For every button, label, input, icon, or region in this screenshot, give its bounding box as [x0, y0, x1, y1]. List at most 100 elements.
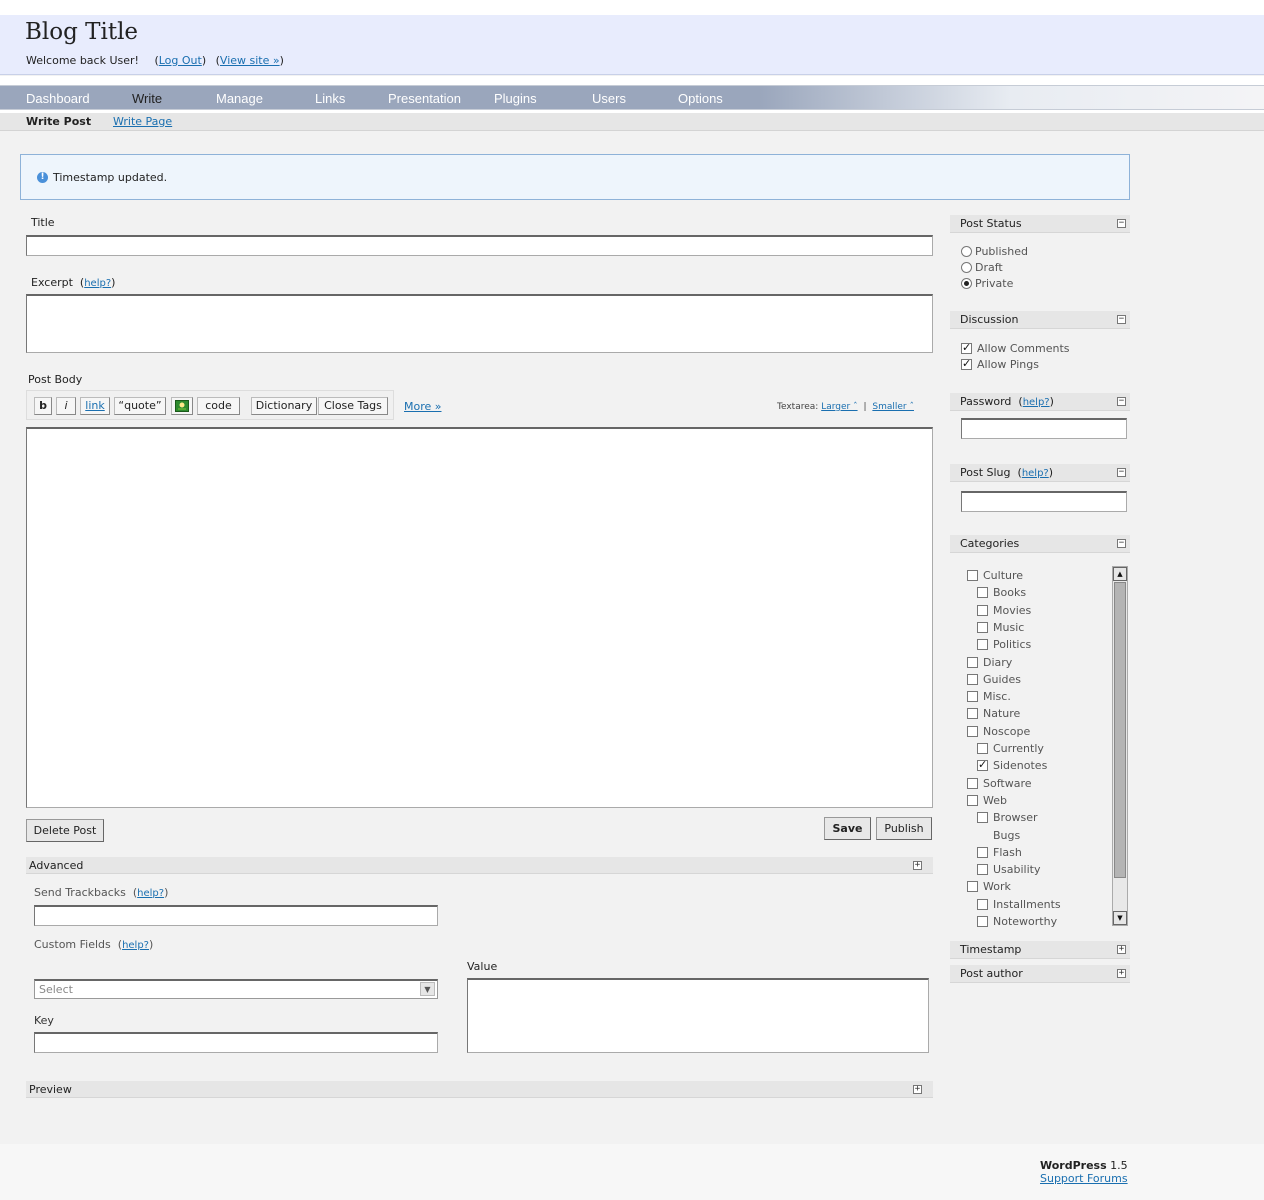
post-author-header[interactable]: Post author +: [950, 965, 1130, 983]
logout-link[interactable]: Log Out: [159, 54, 202, 67]
expand-icon[interactable]: +: [1117, 969, 1126, 978]
category-checkbox[interactable]: [977, 621, 988, 633]
collapse-icon[interactable]: −: [1117, 539, 1126, 548]
nav-links[interactable]: Links: [315, 91, 345, 106]
category-checkbox[interactable]: [977, 846, 988, 858]
nav-presentation[interactable]: Presentation: [388, 91, 461, 106]
top-strip: [0, 0, 1264, 15]
code-button[interactable]: code: [197, 397, 240, 415]
category-checkbox[interactable]: [967, 673, 978, 685]
scroll-thumb[interactable]: [1114, 582, 1126, 878]
preview-section-header[interactable]: Preview +: [26, 1081, 933, 1098]
textarea-larger-link[interactable]: Larger ˆ: [821, 402, 857, 412]
category-checkbox[interactable]: [967, 777, 978, 789]
password-help-link[interactable]: help?: [1023, 397, 1050, 408]
category-checkbox[interactable]: [967, 656, 978, 668]
password-input[interactable]: [961, 418, 1127, 439]
category-checkbox[interactable]: [967, 881, 978, 893]
nav-dashboard[interactable]: Dashboard: [26, 91, 90, 106]
category-checkbox[interactable]: [967, 691, 978, 703]
post-slug-input[interactable]: [961, 491, 1127, 512]
expand-icon[interactable]: +: [913, 861, 922, 870]
discussion-header[interactable]: Discussion −: [950, 311, 1130, 329]
categories-title: Categories: [960, 537, 1020, 550]
save-button[interactable]: Save: [824, 817, 871, 840]
custom-field-select[interactable]: Select ▼: [34, 979, 438, 999]
title-input[interactable]: [26, 235, 933, 256]
scroll-down-icon[interactable]: ▼: [1113, 911, 1127, 925]
nav-plugins[interactable]: Plugins: [494, 91, 537, 106]
category-checkbox[interactable]: [967, 708, 978, 720]
dictionary-button[interactable]: Dictionary: [251, 397, 317, 415]
category-label: Politics: [993, 638, 1032, 652]
delete-post-button[interactable]: Delete Post: [26, 819, 104, 842]
trackbacks-input[interactable]: [34, 905, 438, 926]
custom-fields-label: Custom Fields (help?): [34, 938, 154, 951]
status-draft-radio[interactable]: [961, 262, 972, 273]
category-label: Browser Bugs: [993, 811, 1038, 842]
collapse-icon[interactable]: −: [1117, 219, 1126, 228]
category-checkbox[interactable]: [977, 812, 988, 824]
scroll-up-icon[interactable]: ▲: [1113, 567, 1127, 581]
category-checkbox[interactable]: [977, 758, 988, 772]
subnav-write-page[interactable]: Write Page: [113, 115, 172, 128]
custom-fields-help-link[interactable]: help?: [122, 940, 149, 951]
category-checkbox[interactable]: [967, 725, 978, 737]
excerpt-textarea[interactable]: [26, 294, 933, 353]
timestamp-header[interactable]: Timestamp +: [950, 941, 1130, 959]
view-site-link[interactable]: View site »: [220, 54, 280, 67]
status-private-radio[interactable]: [961, 278, 972, 289]
quote-button[interactable]: “quote”: [114, 397, 166, 415]
category-checkbox[interactable]: [977, 604, 988, 616]
category-checkbox[interactable]: [977, 916, 988, 927]
post-status-header[interactable]: Post Status −: [950, 215, 1130, 233]
footer-version: WordPress 1.5: [1040, 1159, 1128, 1172]
custom-field-value-textarea[interactable]: [467, 978, 929, 1053]
category-label: Web: [983, 793, 1007, 807]
category-checkbox[interactable]: [977, 587, 988, 599]
allow-pings-checkbox[interactable]: [961, 357, 972, 370]
blog-title: Blog Title: [25, 19, 139, 45]
image-button[interactable]: [171, 397, 193, 415]
excerpt-help-link[interactable]: help?: [84, 278, 111, 289]
category-scrollbar[interactable]: ▲ ▼: [1112, 566, 1128, 926]
category-label: Movies: [993, 603, 1032, 617]
custom-field-key-input[interactable]: [34, 1032, 438, 1053]
textarea-smaller-link[interactable]: Smaller ˆ: [872, 402, 914, 412]
category-label: Books: [993, 586, 1027, 600]
post-slug-help-link[interactable]: help?: [1022, 468, 1049, 479]
category-checkbox[interactable]: [977, 639, 988, 651]
expand-icon[interactable]: +: [1117, 945, 1126, 954]
subnav-write-post[interactable]: Write Post: [26, 115, 91, 128]
nav-options[interactable]: Options: [678, 91, 723, 106]
categories-header[interactable]: Categories −: [950, 535, 1130, 553]
category-checkbox[interactable]: [977, 898, 988, 910]
allow-comments-checkbox[interactable]: [961, 341, 972, 354]
nav-users[interactable]: Users: [592, 91, 626, 106]
category-checkbox[interactable]: [967, 794, 978, 806]
category-checkbox[interactable]: [977, 864, 988, 876]
nav-manage[interactable]: Manage: [216, 91, 263, 106]
italic-button[interactable]: i: [56, 397, 76, 415]
link-button[interactable]: link: [80, 397, 110, 415]
support-forums-link[interactable]: Support Forums: [1040, 1172, 1128, 1185]
category-label: Flash: [993, 845, 1022, 859]
more-link[interactable]: More »: [404, 400, 442, 413]
publish-button[interactable]: Publish: [876, 817, 932, 840]
category-checkbox[interactable]: [967, 570, 978, 581]
collapse-icon[interactable]: −: [1117, 397, 1126, 406]
nav-write[interactable]: Write: [132, 91, 162, 106]
collapse-icon[interactable]: −: [1117, 315, 1126, 324]
trackbacks-help-link[interactable]: help?: [137, 888, 164, 899]
advanced-section-header[interactable]: Advanced +: [26, 857, 933, 874]
category-checkbox[interactable]: [977, 743, 988, 754]
bold-button[interactable]: b: [34, 397, 52, 415]
password-header[interactable]: Password (help?) −: [950, 393, 1130, 411]
collapse-icon[interactable]: −: [1117, 468, 1126, 477]
advanced-title: Advanced: [29, 859, 84, 872]
close-tags-button[interactable]: Close Tags: [318, 397, 388, 415]
post-slug-header[interactable]: Post Slug (help?) −: [950, 464, 1130, 482]
status-published-radio[interactable]: [961, 246, 972, 257]
expand-icon[interactable]: +: [913, 1085, 922, 1094]
post-body-textarea[interactable]: [26, 427, 933, 808]
